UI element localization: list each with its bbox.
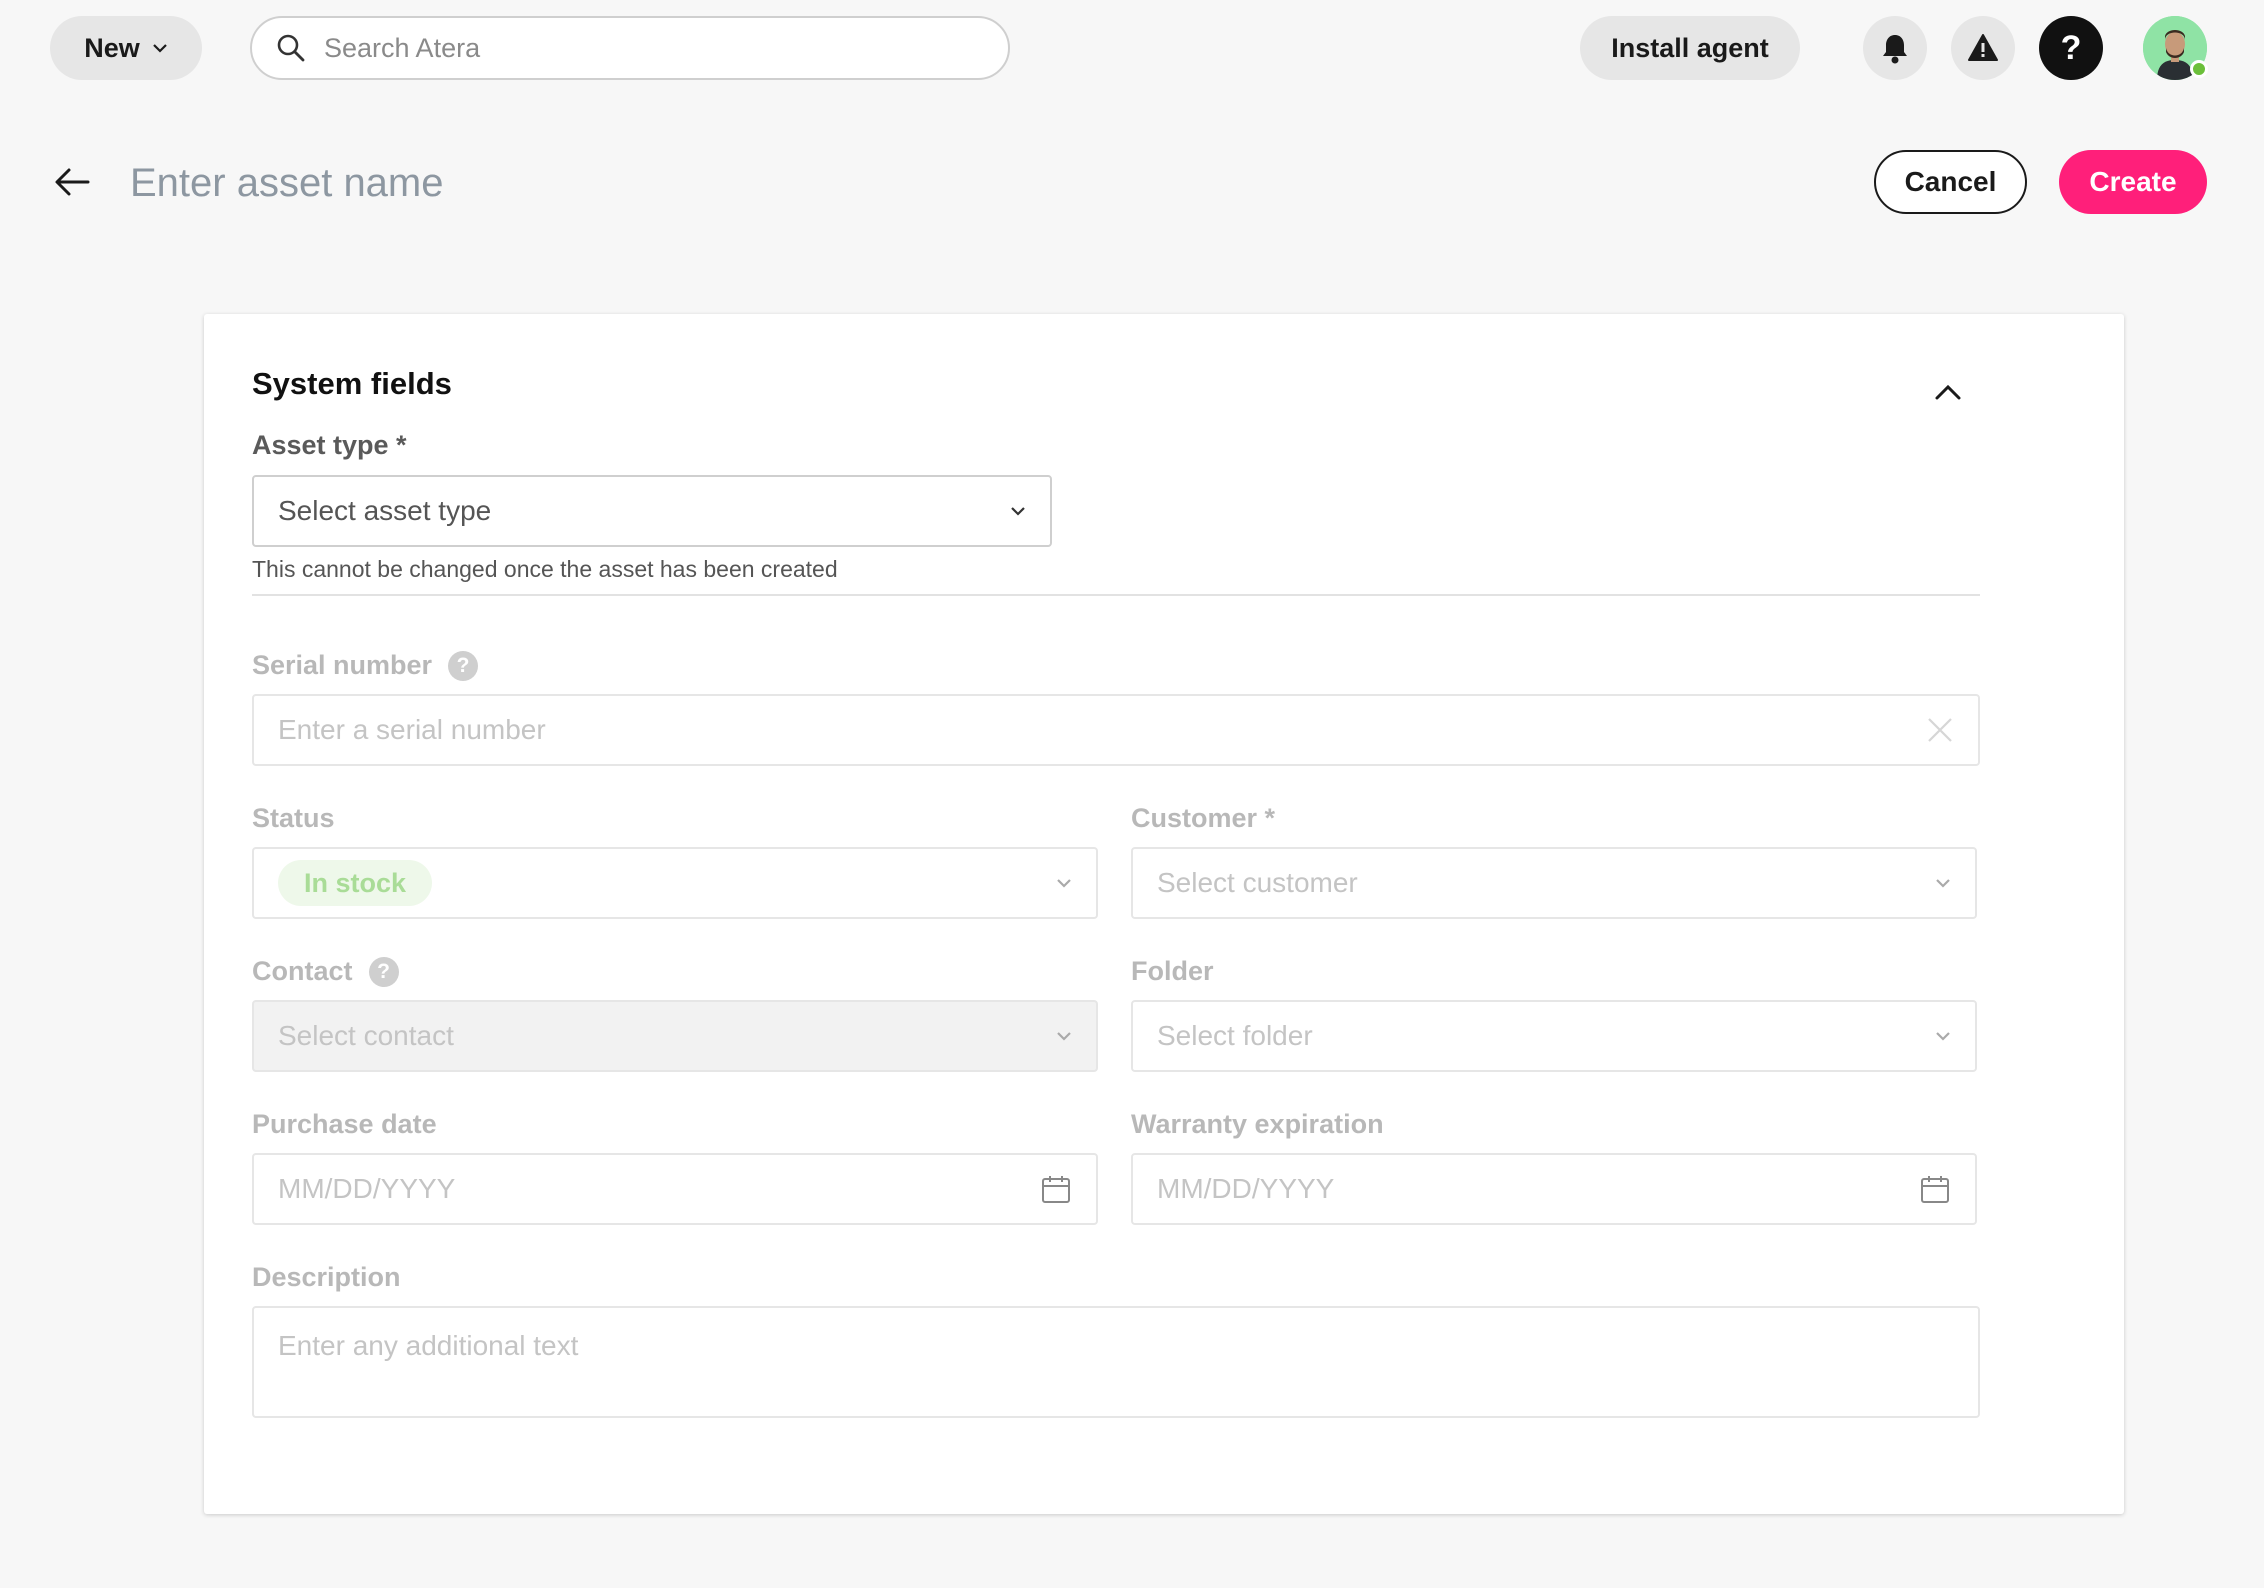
cancel-label: Cancel — [1904, 166, 1997, 197]
customer-placeholder: Select customer — [1157, 867, 1358, 898]
alerts-button[interactable] — [1951, 16, 2015, 80]
chevron-down-icon — [1057, 879, 1071, 888]
purchase-date-placeholder: MM/DD/YYYY — [278, 1173, 456, 1204]
chevron-down-icon — [1936, 1032, 1950, 1041]
warranty-expiration-input[interactable]: MM/DD/YYYY — [1131, 1153, 1977, 1225]
customer-label: Customer * — [1131, 803, 1276, 833]
section-title: System fields — [252, 366, 452, 401]
folder-placeholder: Select folder — [1157, 1020, 1313, 1051]
warranty-label: Warranty expiration — [1131, 1109, 1384, 1139]
install-agent-button[interactable]: Install agent — [1580, 16, 1800, 80]
help-icon[interactable]: ? — [368, 956, 399, 987]
serial-placeholder: Enter a serial number — [278, 714, 546, 745]
asset-type-select[interactable]: Select asset type — [252, 475, 1052, 547]
new-button-label: New — [84, 32, 140, 63]
customer-select[interactable]: Select customer — [1131, 847, 1977, 919]
folder-select[interactable]: Select folder — [1131, 1000, 1977, 1072]
search-icon — [277, 34, 305, 62]
help-button[interactable]: ? — [2039, 16, 2103, 80]
purchase-date-input[interactable]: MM/DD/YYYY — [252, 1153, 1098, 1225]
asset-type-hint: This cannot be changed once the asset ha… — [252, 556, 838, 582]
warranty-placeholder: MM/DD/YYYY — [1157, 1173, 1335, 1204]
serial-label: Serial number — [252, 650, 433, 680]
chevron-down-icon — [1011, 507, 1025, 516]
warning-icon — [1968, 34, 1998, 61]
create-button[interactable]: Create — [2059, 150, 2207, 214]
serial-number-input[interactable]: Enter a serial number — [252, 694, 1980, 766]
contact-label-row: Contact ? — [252, 956, 399, 987]
asset-name-input[interactable] — [128, 150, 1032, 216]
status-select[interactable]: In stock — [252, 847, 1098, 919]
new-button[interactable]: New — [50, 16, 202, 80]
contact-select[interactable]: Select contact — [252, 1000, 1098, 1072]
description-textarea[interactable]: Enter any additional text — [252, 1306, 1980, 1418]
chevron-down-icon — [152, 44, 167, 53]
help-icon[interactable]: ? — [448, 650, 479, 681]
folder-label: Folder — [1131, 956, 1214, 986]
calendar-icon[interactable] — [1040, 1173, 1072, 1205]
asset-type-placeholder: Select asset type — [278, 495, 492, 526]
contact-label: Contact — [252, 956, 353, 986]
description-placeholder: Enter any additional text — [278, 1330, 579, 1361]
chevron-up-icon[interactable] — [1932, 380, 1964, 404]
calendar-icon[interactable] — [1919, 1173, 1951, 1205]
help-icon: ? — [2060, 28, 2082, 67]
asset-type-label: Asset type * — [252, 430, 407, 460]
online-status-dot — [2190, 60, 2208, 78]
bell-icon — [1883, 35, 1907, 64]
install-agent-label: Install agent — [1611, 32, 1769, 63]
back-arrow-icon[interactable] — [52, 162, 92, 202]
cancel-button[interactable]: Cancel — [1874, 150, 2027, 214]
search-input[interactable] — [322, 31, 926, 65]
serial-label-row: Serial number ? — [252, 650, 479, 681]
contact-placeholder: Select contact — [278, 1020, 454, 1051]
purchase-date-label: Purchase date — [252, 1109, 437, 1139]
chevron-down-icon — [1057, 1032, 1071, 1041]
create-label: Create — [2089, 166, 2177, 197]
divider — [252, 594, 1980, 596]
chevron-down-icon — [1936, 879, 1950, 888]
status-badge: In stock — [278, 860, 433, 906]
notifications-button[interactable] — [1863, 16, 1927, 80]
clear-icon[interactable] — [1926, 716, 1954, 744]
search-bar[interactable] — [250, 16, 1010, 80]
description-label: Description — [252, 1262, 401, 1292]
status-label: Status — [252, 803, 335, 833]
